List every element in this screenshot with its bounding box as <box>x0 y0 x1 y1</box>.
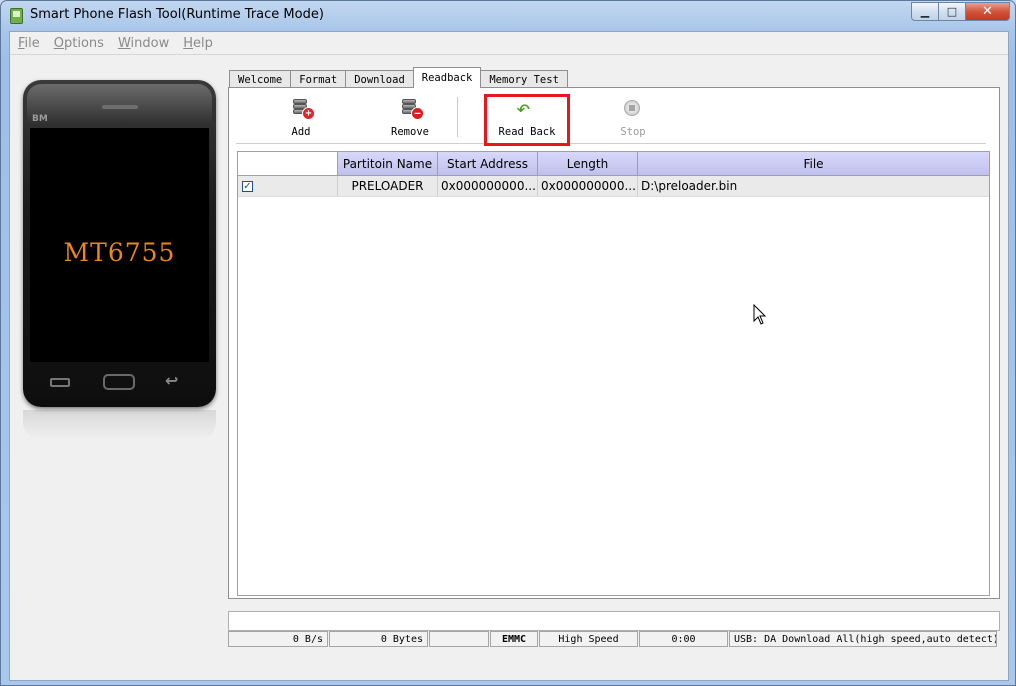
stop-button[interactable]: Stop <box>598 93 668 143</box>
menu-options[interactable]: Options <box>54 36 104 51</box>
client-area: File Options Window Help BM MT6755 ↩ Wel… <box>9 31 1009 681</box>
mouse-cursor-icon <box>753 304 767 325</box>
table-header: Partitoin Name Start Address Length File <box>238 152 989 176</box>
phone-screen: MT6755 <box>30 128 209 362</box>
window-title: Smart Phone Flash Tool(Runtime Trace Mod… <box>30 7 324 22</box>
maximize-button[interactable]: □ <box>939 2 966 21</box>
status-blank <box>429 631 489 647</box>
database-add-icon: + <box>293 99 315 120</box>
status-bar: 0 B/s 0 Bytes EMMC High Speed 0:00 USB: … <box>228 631 998 647</box>
database-remove-icon: – <box>402 99 424 120</box>
tab-strip: Welcome Format Download Readback Memory … <box>229 67 568 88</box>
caption-buttons: ▁ □ ✕ <box>911 2 1010 21</box>
cell-start-address: 0x000000000... <box>438 176 538 196</box>
header-file[interactable]: File <box>638 152 989 175</box>
header-start-address[interactable]: Start Address <box>438 152 538 175</box>
toolbar: + Add – Remove ↶ Read Back Stop <box>236 93 986 146</box>
back-key-icon: ↩ <box>165 371 179 390</box>
status-connection: USB: DA Download All(high speed,auto det… <box>729 631 997 647</box>
menu-key-icon <box>50 378 70 387</box>
status-speed: 0 B/s <box>228 631 328 647</box>
stop-label: Stop <box>620 126 646 138</box>
phone-brand: BM <box>32 114 48 124</box>
cell-length: 0x000000000... <box>538 176 638 196</box>
remove-label: Remove <box>391 126 429 138</box>
cell-file[interactable]: D:\preloader.bin <box>638 176 989 196</box>
status-mode: High Speed <box>539 631 638 647</box>
header-length[interactable]: Length <box>538 152 638 175</box>
table-row[interactable]: ✓ PRELOADER 0x000000000... 0x000000000..… <box>238 176 989 197</box>
toolbar-separator <box>457 97 458 137</box>
menu-file[interactable]: File <box>18 36 40 51</box>
phone-reflection <box>23 410 216 440</box>
app-icon <box>10 8 23 24</box>
menu-window[interactable]: Window <box>118 36 169 51</box>
cell-partition-name: PRELOADER <box>338 176 438 196</box>
app-window: Smart Phone Flash Tool(Runtime Trace Mod… <box>0 0 1016 686</box>
status-time: 0:00 <box>639 631 728 647</box>
tab-format[interactable]: Format <box>290 70 347 88</box>
add-button[interactable]: + Add <box>266 93 336 143</box>
readback-panel: + Add – Remove ↶ Read Back Stop Partitoi… <box>228 87 1000 599</box>
phone-speaker <box>102 105 138 109</box>
row-checkbox[interactable]: ✓ <box>242 180 253 192</box>
minimize-button[interactable]: ▁ <box>911 2 939 21</box>
header-partition-name[interactable]: Partitoin Name <box>338 152 438 175</box>
progress-bar <box>228 611 1000 631</box>
chip-model: MT6755 <box>63 238 176 267</box>
tab-download[interactable]: Download <box>345 70 414 88</box>
home-key-icon <box>103 374 135 390</box>
status-storage: EMMC <box>490 631 538 647</box>
close-button[interactable]: ✕ <box>966 2 1010 21</box>
read-back-highlight-box <box>484 94 570 146</box>
menu-bar: File Options Window Help <box>10 32 1008 55</box>
header-check <box>238 152 338 175</box>
remove-button[interactable]: – Remove <box>375 93 445 143</box>
phone-illustration: BM MT6755 ↩ <box>23 80 216 407</box>
row-check-cell[interactable]: ✓ <box>238 176 338 196</box>
add-label: Add <box>291 126 311 138</box>
stop-icon <box>624 100 640 116</box>
partition-table: Partitoin Name Start Address Length File… <box>237 151 990 596</box>
tab-readback[interactable]: Readback <box>412 67 482 88</box>
phone-keys: ↩ <box>23 368 216 398</box>
tab-memory-test[interactable]: Memory Test <box>480 70 568 88</box>
menu-help[interactable]: Help <box>183 36 213 51</box>
title-bar[interactable]: Smart Phone Flash Tool(Runtime Trace Mod… <box>1 1 1015 30</box>
status-bytes: 0 Bytes <box>329 631 428 647</box>
tab-welcome[interactable]: Welcome <box>229 70 292 88</box>
